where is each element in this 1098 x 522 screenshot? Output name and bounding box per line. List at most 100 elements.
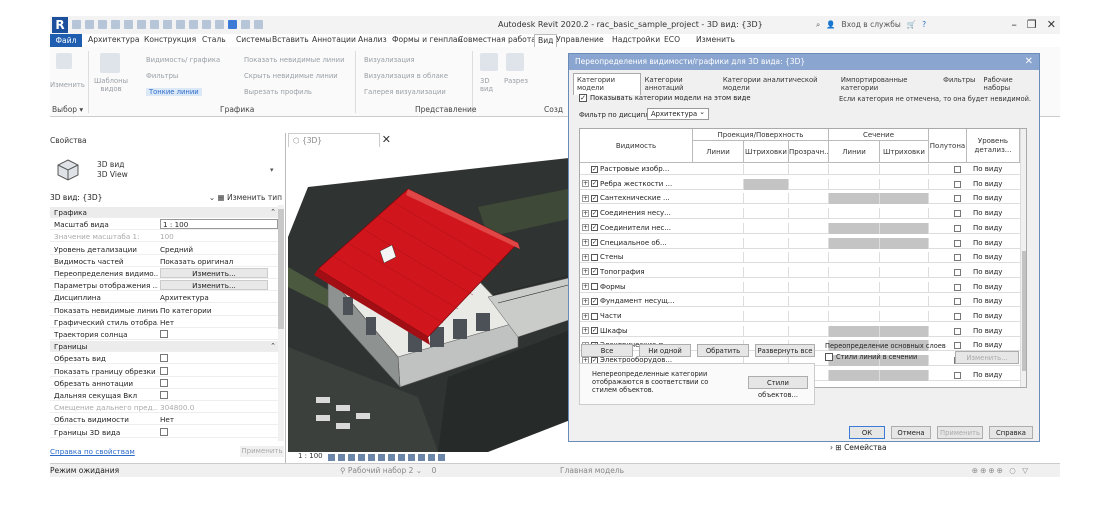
tag-icon[interactable] (176, 20, 185, 29)
proj-transparency-cell[interactable] (789, 178, 829, 190)
tab-7[interactable]: Формы и генплан (392, 35, 463, 44)
cut-line-edit-button[interactable]: Изменить... (955, 351, 1019, 364)
ok-button[interactable]: ОК (849, 426, 885, 439)
sync-icon[interactable] (98, 20, 107, 29)
proj-lines-cell[interactable] (693, 266, 744, 278)
tab-13[interactable]: Изменить (696, 35, 735, 44)
cart-icon[interactable]: 🛒 (907, 20, 916, 30)
halftone-checkbox[interactable] (954, 327, 961, 335)
property-value[interactable]: Нет (160, 317, 278, 328)
category-row[interactable]: + ✓ Специальное об... По виду (580, 237, 1020, 249)
proj-transparency-cell[interactable] (789, 208, 829, 220)
cut-lines-cell[interactable] (829, 296, 880, 308)
col-detail-level[interactable]: Уровень детализ... (967, 129, 1020, 163)
category-row[interactable]: + ✓ Ребра жесткости ... По виду (580, 178, 1020, 190)
cut-hatch-cell[interactable] (880, 325, 929, 337)
collapse-icon[interactable]: ⌃ (270, 207, 276, 218)
detail-level-cell[interactable]: По виду (973, 208, 1002, 218)
proj-transparency-cell[interactable] (789, 193, 829, 205)
switch-windows-icon[interactable] (254, 20, 263, 29)
halftone-checkbox[interactable] (954, 210, 961, 218)
proj-hatch-cell[interactable] (744, 281, 789, 293)
properties-scrollbar[interactable] (278, 205, 284, 441)
category-row[interactable]: + Части По виду (580, 311, 1020, 322)
cut-hatch-cell[interactable] (880, 193, 929, 205)
dialog-tab-3[interactable]: Импортированные категории (837, 73, 939, 95)
halftone-checkbox[interactable] (954, 254, 961, 262)
lock-view-icon[interactable] (398, 454, 405, 461)
thin-lines-icon[interactable] (228, 20, 237, 29)
category-row[interactable]: + ✓ Топография По виду (580, 266, 1020, 278)
proj-transparency-cell[interactable] (789, 252, 829, 264)
tab-9[interactable]: Вид (534, 34, 558, 47)
property-checkbox[interactable] (160, 330, 168, 338)
halftone-checkbox[interactable] (954, 313, 961, 320)
open-icon[interactable] (72, 20, 81, 29)
proj-transparency-cell[interactable] (789, 296, 829, 308)
cut-lines-cell[interactable] (829, 222, 880, 234)
property-value[interactable]: Нет (160, 414, 278, 425)
cut-lines-cell[interactable] (829, 252, 880, 264)
cut-hatch-cell[interactable] (880, 164, 929, 175)
category-visibility-checkbox[interactable]: ✓ (591, 239, 598, 246)
filters-button[interactable]: Фильтры (146, 72, 178, 80)
proj-hatch-cell[interactable] (744, 193, 789, 205)
category-visibility-checkbox[interactable] (591, 312, 598, 320)
halftone-checkbox[interactable] (954, 180, 961, 188)
detail-level-cell[interactable]: По виду (973, 282, 1002, 292)
proj-hatch-cell[interactable] (744, 237, 789, 249)
category-visibility-checkbox[interactable]: ✓ (591, 297, 598, 305)
tab-10[interactable]: Управление (556, 35, 604, 44)
category-visibility-checkbox[interactable] (591, 283, 598, 291)
modify-button[interactable]: Изменить (50, 81, 85, 89)
category-row[interactable]: + Стены По виду (580, 252, 1020, 264)
proj-lines-cell[interactable] (693, 193, 744, 205)
expand-category-icon[interactable]: + (582, 253, 589, 261)
proj-lines-cell[interactable] (693, 237, 744, 249)
proj-lines-cell[interactable] (693, 311, 744, 322)
select-none-button[interactable]: Ни одной (639, 344, 691, 357)
property-checkbox[interactable] (160, 354, 168, 363)
category-row[interactable]: + ✓ Шкафы По виду (580, 325, 1020, 337)
proj-lines-cell[interactable] (693, 208, 744, 220)
property-value[interactable]: По категории (160, 305, 278, 316)
category-row[interactable]: + ✓ Фундамент несущ... По виду (580, 296, 1020, 308)
category-visibility-checkbox[interactable]: ✓ (591, 224, 598, 232)
halftone-checkbox[interactable] (954, 239, 961, 247)
modify-icon[interactable] (56, 53, 72, 69)
tab-file[interactable]: Файл (50, 34, 82, 47)
worksharing-display-icon[interactable] (428, 454, 435, 461)
expand-category-icon[interactable]: + (582, 283, 589, 291)
remove-hidden-lines-button[interactable]: Скрыть невидимые линии (244, 72, 338, 80)
save-icon[interactable] (85, 20, 94, 29)
3d-view-ribbon-icon[interactable] (480, 53, 498, 71)
render-button[interactable]: Визуализация (364, 56, 415, 64)
discipline-filter-select[interactable]: Архитектура (647, 107, 709, 120)
undo-icon[interactable] (111, 20, 120, 29)
detail-level-cell[interactable]: По виду (973, 164, 1002, 174)
type-dropdown-icon[interactable]: ▾ (270, 166, 274, 174)
properties-help-link[interactable]: Справка по свойствам (50, 447, 135, 456)
proj-hatch-cell[interactable] (744, 266, 789, 278)
select-all-button[interactable]: Все (581, 344, 633, 357)
property-edit-button[interactable]: Изменить... (160, 280, 268, 291)
type-name[interactable]: 3D вид 3D View (97, 160, 128, 180)
halftone-checkbox[interactable] (954, 166, 961, 173)
detail-level-cell[interactable]: По виду (973, 267, 1002, 277)
proj-lines-cell[interactable] (693, 296, 744, 308)
proj-transparency-cell[interactable] (789, 325, 829, 337)
detail-level-cell[interactable]: По виду (973, 252, 1002, 262)
proj-hatch-cell[interactable] (744, 178, 789, 190)
invert-button[interactable]: Обратить (697, 344, 749, 357)
cut-hatch-cell[interactable] (880, 296, 929, 308)
cut-lines-cell[interactable] (829, 325, 880, 337)
dimension-icon[interactable] (163, 20, 172, 29)
proj-transparency-cell[interactable] (789, 266, 829, 278)
help-button[interactable]: ? (922, 20, 926, 30)
dialog-tab-5[interactable]: Рабочие наборы (979, 73, 1039, 95)
col-proj-lines[interactable]: Линии (693, 141, 744, 163)
category-visibility-checkbox[interactable]: ✓ (591, 165, 598, 173)
expand-category-icon[interactable]: + (582, 297, 589, 305)
measure-icon[interactable] (150, 20, 159, 29)
cut-hatch-cell[interactable] (880, 178, 929, 190)
